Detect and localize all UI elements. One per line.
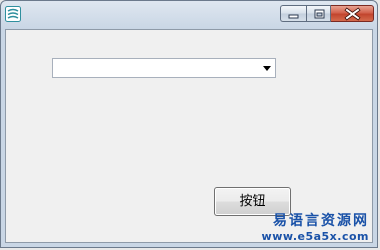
title-bar[interactable] bbox=[1, 1, 377, 29]
combo-box[interactable] bbox=[52, 58, 276, 78]
caption-buttons bbox=[280, 5, 374, 23]
action-button[interactable]: 按钮 bbox=[214, 187, 291, 216]
maximize-icon bbox=[314, 9, 325, 19]
minimize-icon bbox=[288, 14, 299, 19]
app-window: 按钮 易语言资源网 www.e5a5x.com bbox=[0, 0, 378, 248]
client-area: 按钮 bbox=[5, 29, 373, 243]
close-button[interactable] bbox=[331, 5, 374, 22]
maximize-button[interactable] bbox=[306, 5, 331, 22]
minimize-button[interactable] bbox=[280, 5, 306, 22]
watermark-site-name: 易语言资源网 bbox=[273, 213, 369, 229]
close-icon bbox=[344, 7, 361, 21]
watermark: 易语言资源网 www.e5a5x.com bbox=[262, 213, 369, 243]
watermark-url: www.e5a5x.com bbox=[261, 230, 369, 243]
dropdown-arrow-icon[interactable] bbox=[262, 64, 272, 72]
app-icon[interactable] bbox=[5, 6, 21, 22]
